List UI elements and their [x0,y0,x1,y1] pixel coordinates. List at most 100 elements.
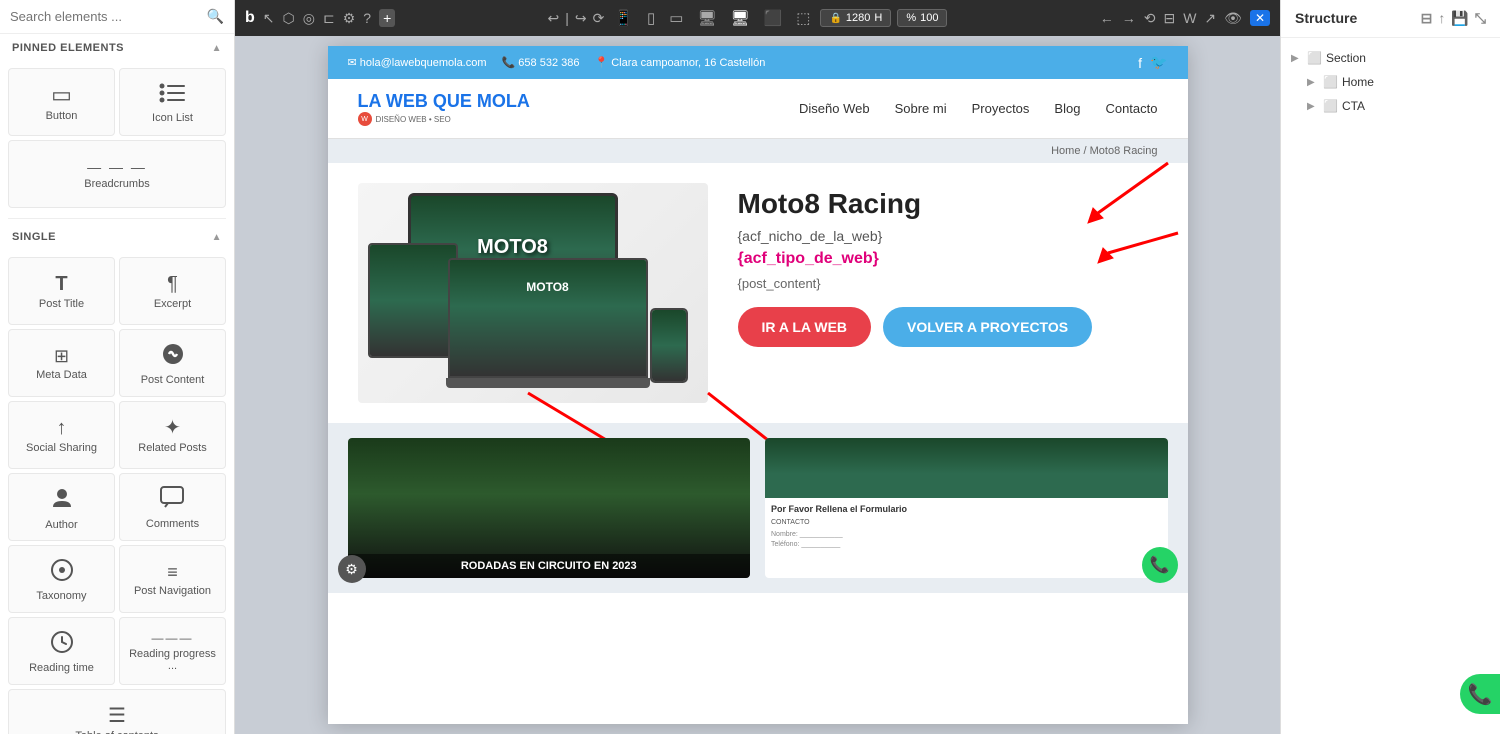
gear-overlay-button[interactable]: ⚙ [338,555,366,583]
taxonomy-icon [50,558,74,586]
undo-icon[interactable]: ↩ [548,10,560,27]
orientation-value: H [874,12,882,24]
pinned-chevron-icon: ▲ [212,43,222,54]
element-taxonomy[interactable]: Taxonomy [8,545,115,613]
mobile-device-btn[interactable]: 📱 [610,7,637,29]
tablet-portrait-btn[interactable]: ▯ [643,7,659,29]
element-icon-list[interactable]: Icon List [119,68,226,136]
element-breadcrumbs[interactable]: — — — Breadcrumbs [8,140,226,208]
search-icon: 🔍 [207,8,224,25]
element-post-title[interactable]: T Post Title [8,257,115,325]
element-table-of-contents-label: Table of contents [75,730,158,734]
element-comments[interactable]: Comments [119,473,226,541]
search-bar[interactable]: 🔍 [0,0,234,34]
element-post-content[interactable]: Post Content [119,329,226,397]
whatsapp-floating-button[interactable]: 📞 [1460,674,1500,714]
cursor-tool-icon[interactable]: ↖ [263,10,275,27]
element-social-sharing[interactable]: ↑ Social Sharing [8,401,115,469]
redo-icon[interactable]: ↪ [575,10,587,27]
tree-item-cta[interactable]: ▶ ⬜ CTA [1281,94,1500,118]
add-icon[interactable]: + [379,9,395,27]
settings-icon[interactable]: ⚙ [343,10,356,27]
single-section-label: SINGLE [12,231,56,243]
volver-proyectos-button[interactable]: VOLVER A PROYECTOS [883,307,1092,347]
breadcrumb-text: Home / Moto8 Racing [1051,145,1157,157]
custom-size-btn[interactable]: ⬚ [792,7,814,29]
element-reading-time[interactable]: Reading time [8,617,115,685]
element-meta-data[interactable]: ⊞ Meta Data [8,329,115,397]
search-input[interactable] [10,9,207,24]
element-taxonomy-label: Taxonomy [36,590,86,602]
single-section-header[interactable]: SINGLE ▲ [0,223,234,251]
site-gallery-section: RODADAS EN CIRCUITO EN 2023 Por Favor Re… [328,423,1188,593]
structure-upload-icon[interactable]: ↑ [1438,10,1445,27]
section-block-icon: ⬜ [1307,51,1322,65]
topbar-email: ✉ hola@lawebquemola.com [348,56,487,69]
pinned-elements-header[interactable]: PINNED ELEMENTS ▲ [0,34,234,62]
small-desktop-btn[interactable]: 🖥 [693,7,720,29]
laptop-screen: MOTO8 [450,260,646,376]
back-icon[interactable]: ← [1100,10,1114,26]
resolution-badge: 🔒 1280 H [820,9,891,27]
divider-pinned-single [8,218,226,219]
device-phone [650,308,688,383]
top-bar-right: ← → ⟲ ⊟ W ↗ 👁 ✕ [1100,10,1270,27]
nav-contacto[interactable]: Contacto [1105,101,1157,116]
nav-diseno-web[interactable]: Diseño Web [799,101,870,116]
home-block-icon: ⬜ [1323,75,1338,89]
tablet-landscape-btn[interactable]: ▭ [665,7,687,29]
element-related-posts-label: Related Posts [138,442,206,454]
comments-icon [160,486,186,514]
phone-screen [652,310,686,381]
structure-title: Structure [1295,10,1357,26]
element-post-title-label: Post Title [39,298,84,310]
element-related-posts[interactable]: ✦ Related Posts [119,401,226,469]
structure-fullscreen-icon[interactable]: ⤡ [1475,10,1486,27]
save-icon[interactable]: ✕ [1250,10,1270,26]
bricks-logo-icon[interactable]: b [245,9,255,27]
related-posts-icon: ✦ [164,418,181,438]
element-author[interactable]: Author [8,473,115,541]
structure-copy-icon[interactable]: ⊟ [1421,10,1433,27]
right-panel: Structure ⊟ ↑ 💾 ⤡ ▶ ⬜ Section ▶ ⬜ Home ▶… [1280,0,1500,734]
twitter-icon[interactable]: 🐦 [1150,54,1167,71]
nav-sobre-mi[interactable]: Sobre mi [895,101,947,116]
nav-proyectos[interactable]: Proyectos [972,101,1030,116]
nav-blog[interactable]: Blog [1054,101,1080,116]
site-topbar-right: f 🐦 [1138,54,1167,71]
shield-icon[interactable]: ⬡ [283,10,295,27]
forward-icon[interactable]: → [1122,10,1136,26]
tree-item-section[interactable]: ▶ ⬜ Section [1281,46,1500,70]
canvas-area[interactable]: ✉ hola@lawebquemola.com 📞 658 532 386 📍 … [235,36,1280,734]
breadcrumbs-element-icon: — — — [87,160,147,174]
element-excerpt[interactable]: ¶ Excerpt [119,257,226,325]
external-link-icon[interactable]: ↗ [1204,10,1216,27]
ir-la-web-button[interactable]: IR A LA WEB [738,307,872,347]
wordpress-icon[interactable]: W [1183,10,1196,26]
element-button[interactable]: ▭ Button [8,68,115,136]
facebook-icon[interactable]: f [1138,55,1142,71]
acf-nicho: {acf_nicho_de_la_web} [738,228,1158,244]
element-social-sharing-label: Social Sharing [26,442,97,454]
help-icon[interactable]: ? [363,10,371,26]
element-post-navigation[interactable]: ≡ Post Navigation [119,545,226,613]
tree-item-home[interactable]: ▶ ⬜ Home [1281,70,1500,94]
element-button-label: Button [46,110,78,122]
eye-icon[interactable]: 👁 [1224,10,1242,27]
structure-save-icon[interactable]: 💾 [1451,10,1468,27]
element-table-of-contents[interactable]: ☰ Table of contents [8,689,226,734]
whatsapp-button[interactable]: 📞 [1142,547,1178,583]
wide-desktop-btn[interactable]: ⬛ [760,7,787,29]
structure-icon[interactable]: ⊟ [1163,10,1175,27]
desktop-btn[interactable]: 🖥 [727,7,754,29]
comment-icon[interactable]: ◎ [303,10,315,27]
element-reading-progress-label: Reading progress ... [126,648,219,672]
layers-icon[interactable]: ⊏ [323,10,335,27]
zoom-value: 100 [920,12,938,24]
element-reading-progress[interactable]: ——— Reading progress ... [119,617,226,685]
history2-icon[interactable]: ⟲ [1144,10,1156,27]
element-post-content-label: Post Content [141,374,205,386]
separator-icon: | [565,10,569,26]
history-icon[interactable]: ⟳ [593,10,605,27]
structure-header: Structure ⊟ ↑ 💾 ⤡ [1281,0,1500,38]
